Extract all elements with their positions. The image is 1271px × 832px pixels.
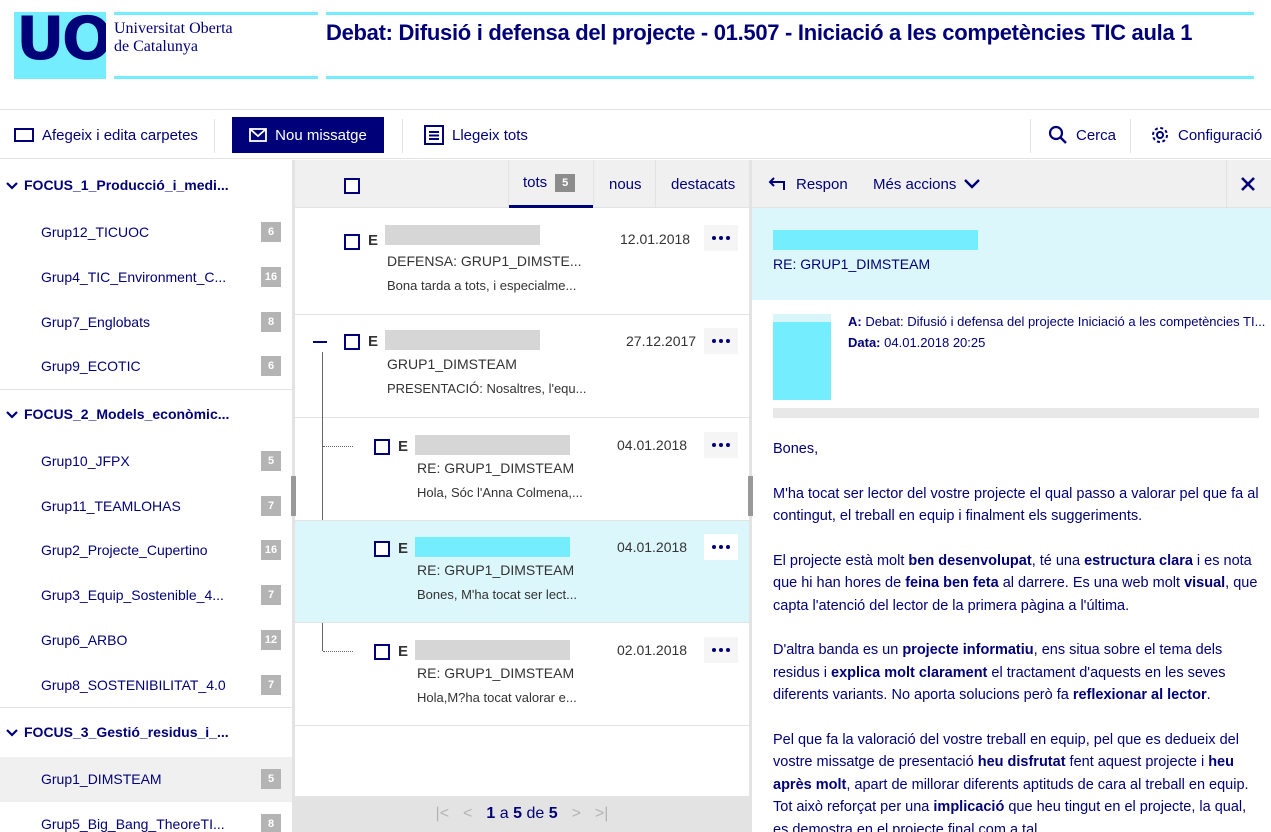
redacted-author xyxy=(385,225,540,245)
message-checkbox[interactable] xyxy=(374,541,390,557)
prev-page-icon[interactable]: < xyxy=(463,805,472,823)
chevron-down-icon xyxy=(6,406,24,422)
filter-all-tab[interactable]: tots 5 xyxy=(509,160,593,208)
message-row[interactable]: E 02.01.2018 RE: GRUP1_DIMSTEAM Hola,M?h… xyxy=(295,624,749,726)
close-icon xyxy=(1241,177,1255,191)
first-page-icon[interactable]: |< xyxy=(436,805,450,823)
message-subject-band: RE: GRUP1_DIMSTEAM xyxy=(752,208,1271,300)
message-row-selected[interactable]: E 04.01.2018 RE: GRUP1_DIMSTEAM Bones, M… xyxy=(295,521,749,623)
redacted-author xyxy=(385,330,540,350)
sidebar-focus-3[interactable]: FOCUS_3_Gestió_residus_i_... xyxy=(0,706,292,757)
count-badge: 7 xyxy=(261,495,281,516)
edit-folders-button[interactable]: Afegeix i edita carpetes xyxy=(14,111,198,159)
count-badge: 7 xyxy=(261,585,281,606)
toolbar: Afegeix i edita carpetes Nou missatge Ll… xyxy=(0,111,1271,159)
sidebar-group[interactable]: Grup5_Big_Bang_TheoreTI... 8 xyxy=(0,802,292,832)
last-page-icon[interactable]: >| xyxy=(595,805,609,823)
message-row[interactable]: E 27.12.2017 GRUP1_DIMSTEAM PRESENTACIÓ:… xyxy=(295,316,749,418)
chevron-down-icon xyxy=(6,177,24,193)
collapse-thread-icon[interactable] xyxy=(313,341,327,343)
count-badge: 12 xyxy=(261,629,281,650)
sidebar-group[interactable]: Grup2_Projecte_Cupertino 16 xyxy=(0,528,292,573)
redacted-author xyxy=(415,435,570,455)
sidebar-group[interactable]: Grup9_ECOTIC 6 xyxy=(0,344,292,389)
redacted-author xyxy=(415,537,570,557)
count-badge: 8 xyxy=(261,311,281,332)
filter-starred-tab[interactable]: destacats xyxy=(671,160,735,208)
count-badge: 7 xyxy=(261,674,281,695)
reader-toolbar: Respon Més accions xyxy=(752,160,1271,208)
more-options-button[interactable] xyxy=(704,432,738,458)
search-button[interactable]: Cerca xyxy=(1048,111,1116,159)
count-badge: 5 xyxy=(261,769,281,790)
redacted-author xyxy=(773,230,978,250)
search-icon xyxy=(1048,125,1067,144)
sidebar-group[interactable]: Grup8_SOSTENIBILITAT_4.0 7 xyxy=(0,662,292,707)
message-checkbox[interactable] xyxy=(344,234,360,250)
list-icon xyxy=(424,125,444,145)
folder-icon xyxy=(14,128,34,142)
list-header: tots 5 nous destacats xyxy=(295,160,749,208)
chevron-down-icon xyxy=(964,179,981,189)
sidebar-focus-2[interactable]: FOCUS_2_Models_econòmic... xyxy=(0,388,292,439)
sidebar-group-active[interactable]: Grup1_DIMSTEAM 5 xyxy=(0,756,292,802)
more-actions-button[interactable]: Més accions xyxy=(873,160,981,208)
reply-button[interactable]: Respon xyxy=(768,160,848,208)
sidebar-group[interactable]: Grup11_TEAMLOHAS 7 xyxy=(0,483,292,528)
app-header: UOC Universitat Oberta de Catalunya Deba… xyxy=(0,0,1271,110)
reading-pane: Respon Més accions RE: GRUP1_DIMSTEAM A:… xyxy=(752,160,1271,832)
page-indicator: 1 a 5 de 5 xyxy=(486,805,558,822)
read-all-button[interactable]: Llegeix tots xyxy=(424,111,528,159)
more-options-button[interactable] xyxy=(704,534,738,560)
gear-icon xyxy=(1152,127,1168,143)
sidebar-focus-1[interactable]: FOCUS_1_Producció_i_medi... xyxy=(0,160,292,210)
sidebar-group[interactable]: Grup7_Englobats 8 xyxy=(0,299,292,344)
sidebar: FOCUS_1_Producció_i_medi... Grup12_TICUO… xyxy=(0,160,292,832)
envelope-icon xyxy=(249,128,268,142)
message-checkbox[interactable] xyxy=(344,334,360,350)
message-row[interactable]: E 12.01.2018 DEFENSA: GRUP1_DIMSTE... Bo… xyxy=(295,209,749,315)
settings-button[interactable]: Configuració xyxy=(1150,111,1262,159)
avatar xyxy=(773,314,831,400)
sidebar-group[interactable]: Grup6_ARBO 12 xyxy=(0,618,292,663)
count-badge: 6 xyxy=(261,222,281,243)
page-title: Debat: Difusió i defensa del projecte - … xyxy=(326,20,1193,45)
sidebar-group[interactable]: Grup3_Equip_Sostenible_4... 7 xyxy=(0,573,292,618)
close-button[interactable] xyxy=(1240,160,1256,208)
message-row[interactable]: E 04.01.2018 RE: GRUP1_DIMSTEAM Hola, Só… xyxy=(295,419,749,521)
pagination: |< < 1 a 5 de 5 > >| xyxy=(295,796,749,832)
filter-new-tab[interactable]: nous xyxy=(609,160,642,208)
count-badge: 8 xyxy=(261,813,281,832)
redacted-author xyxy=(415,640,570,660)
message-checkbox[interactable] xyxy=(374,644,390,660)
message-list: tots 5 nous destacats E 12.01.2018 DEFEN… xyxy=(295,160,749,832)
more-options-button[interactable] xyxy=(704,637,738,663)
reply-icon xyxy=(768,177,785,190)
message-body: Bones, M'ha tocat ser lector del vostre … xyxy=(773,441,1259,832)
count-badge: 16 xyxy=(261,540,281,561)
count-badge: 5 xyxy=(261,451,281,472)
message-checkbox[interactable] xyxy=(374,439,390,455)
chevron-down-icon xyxy=(6,724,24,740)
count-badge: 6 xyxy=(261,356,281,377)
uoc-logo[interactable]: UOC xyxy=(14,12,106,79)
select-all-checkbox[interactable] xyxy=(344,178,360,194)
sidebar-group[interactable]: Grup10_JFPX 5 xyxy=(0,439,292,484)
next-page-icon[interactable]: > xyxy=(572,805,581,823)
new-message-button[interactable]: Nou missatge xyxy=(232,117,384,153)
logo-text: Universitat Oberta de Catalunya xyxy=(114,20,233,55)
message-meta: A: Debat: Difusió i defensa del projecte… xyxy=(752,300,1271,418)
sidebar-group[interactable]: Grup12_TICUOC 6 xyxy=(0,210,292,255)
sidebar-group[interactable]: Grup4_TIC_Environment_C... 16 xyxy=(0,255,292,300)
more-options-button[interactable] xyxy=(704,328,738,354)
count-badge: 16 xyxy=(261,267,281,288)
more-options-button[interactable] xyxy=(704,225,738,251)
